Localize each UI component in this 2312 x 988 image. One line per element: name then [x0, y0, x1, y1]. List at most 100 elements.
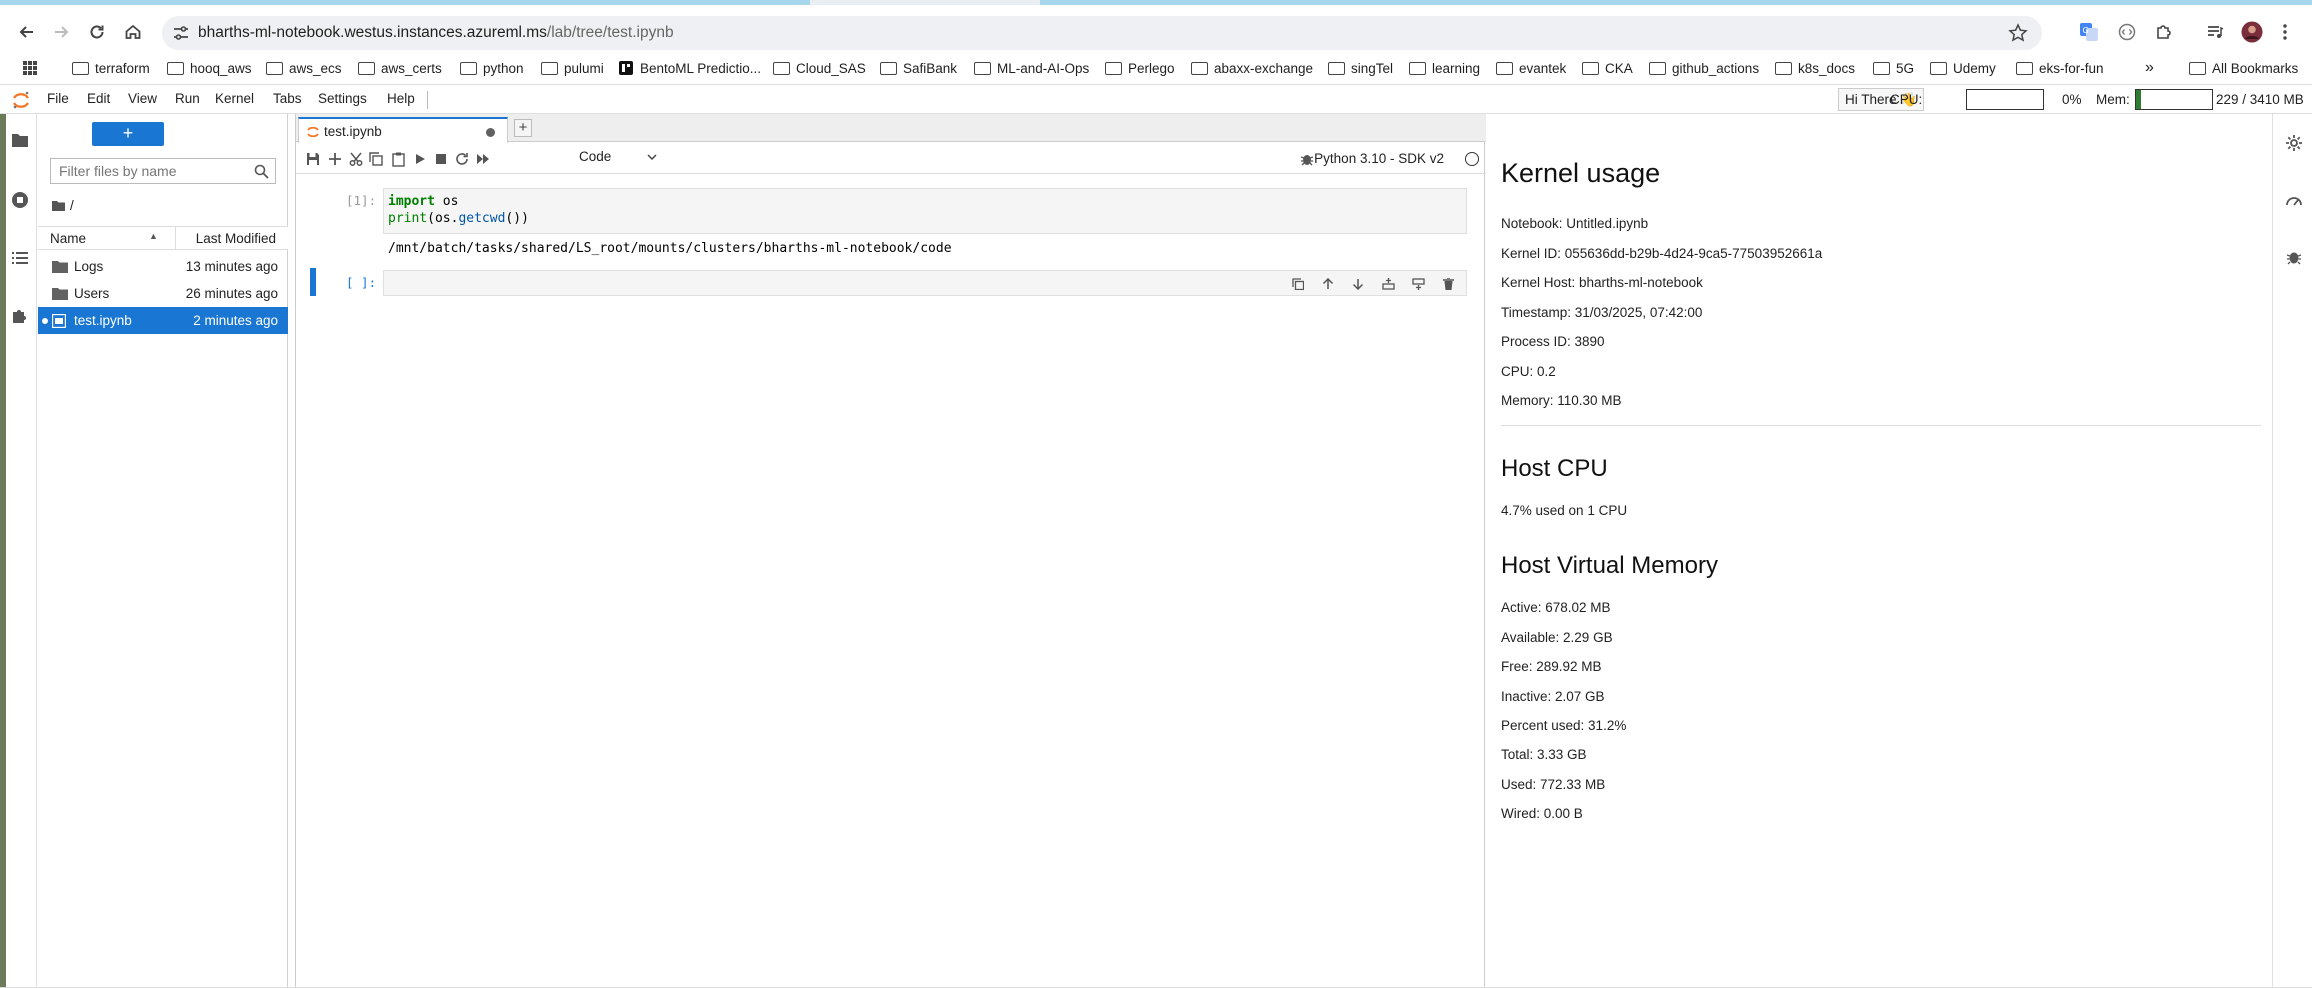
site-settings-icon[interactable] — [172, 24, 190, 42]
tab-test-ipynb[interactable]: test.ipynb — [298, 117, 508, 143]
folder-icon — [1930, 61, 1947, 75]
extension-manager-tab[interactable] — [10, 306, 30, 326]
menu-settings[interactable]: Settings — [318, 91, 367, 106]
bookmark-folder[interactable]: aws_certs — [358, 58, 442, 78]
file-row-logs[interactable]: Logs 13 minutes ago — [38, 253, 288, 280]
translate-extension-icon[interactable]: G — [2077, 20, 2101, 44]
menu-edit[interactable]: Edit — [87, 91, 110, 106]
bookmark-folder[interactable]: aws_ecs — [266, 58, 342, 78]
code-cell-1[interactable]: import os print(os.getcwd()) — [383, 188, 1467, 234]
copy-icon — [1292, 278, 1304, 290]
file-filter-input[interactable] — [51, 159, 241, 183]
apps-grid-button[interactable] — [22, 58, 38, 78]
folder-icon — [72, 61, 89, 75]
menu-run[interactable]: Run — [175, 91, 200, 106]
copy-button[interactable] — [368, 151, 384, 167]
bookmark-folder[interactable]: learning — [1409, 58, 1480, 78]
debugger-tab[interactable] — [2284, 247, 2304, 267]
bookmark-folder[interactable]: Udemy — [1930, 58, 1996, 78]
move-cell-up-button[interactable] — [1321, 277, 1335, 291]
all-bookmarks-folder[interactable]: All Bookmarks — [2189, 58, 2298, 78]
restart-run-all-button[interactable] — [475, 151, 491, 167]
back-button[interactable] — [12, 17, 42, 47]
cut-button[interactable] — [348, 151, 364, 167]
bookmark-star-icon[interactable] — [2008, 23, 2028, 43]
browser-menu-button[interactable] — [2273, 20, 2297, 44]
vm-free: Free: 289.92 MB — [1501, 659, 1602, 674]
bookmark-folder[interactable]: terraform — [72, 58, 150, 78]
column-modified-header[interactable]: Last Modified — [196, 231, 276, 246]
code-cell-2[interactable] — [383, 270, 1467, 296]
interrupt-kernel-button[interactable] — [433, 151, 449, 167]
extensions-puzzle-icon[interactable] — [2152, 20, 2176, 44]
delete-cell-button[interactable] — [1441, 277, 1455, 291]
insert-cell-above-button[interactable] — [1381, 277, 1395, 291]
file-row-users[interactable]: Users 26 minutes ago — [38, 280, 288, 307]
bookmark-folder[interactable]: 5G — [1873, 58, 1914, 78]
menu-tabs[interactable]: Tabs — [273, 91, 302, 106]
unsaved-dot-icon[interactable] — [486, 128, 495, 137]
save-button[interactable] — [305, 151, 321, 167]
more-bookmarks-button[interactable]: » — [2145, 58, 2154, 78]
folder-icon — [266, 61, 283, 75]
code-cell-1-output: /mnt/batch/tasks/shared/LS_root/mounts/c… — [388, 241, 952, 256]
bookmark-folder[interactable]: Perlego — [1105, 58, 1175, 78]
code-extension-icon[interactable] — [2115, 20, 2139, 44]
breadcrumb[interactable]: / — [52, 198, 74, 213]
debugger-bug-icon[interactable] — [1300, 152, 1314, 166]
bookmark-folder[interactable]: evantek — [1496, 58, 1566, 78]
bookmark-folder[interactable]: eks-for-fun — [2016, 58, 2104, 78]
add-tab-button[interactable]: + — [514, 119, 532, 137]
folder-icon — [1409, 61, 1426, 75]
gear-icon — [2286, 135, 2302, 151]
restart-kernel-button[interactable] — [454, 151, 470, 167]
puzzle-icon — [13, 310, 26, 323]
insert-cell-button[interactable] — [327, 151, 343, 167]
bookmark-folder[interactable]: github_actions — [1649, 58, 1759, 78]
paste-button[interactable] — [390, 151, 406, 167]
bookmark-folder[interactable]: pulumi — [541, 58, 604, 78]
kernel-usage-tab[interactable] — [2284, 190, 2304, 210]
host-cpu-title: Host CPU — [1501, 455, 1608, 482]
kernel-status-idle-icon — [1465, 152, 1479, 166]
move-cell-down-button[interactable] — [1351, 277, 1365, 291]
cell-type-select[interactable]: Code — [579, 149, 661, 169]
kernel-name[interactable]: Python 3.10 - SDK v2 — [1314, 151, 1444, 166]
kernel-timestamp: Timestamp: 31/03/2025, 07:42:00 — [1501, 305, 1703, 320]
duplicate-cell-button[interactable] — [1291, 277, 1305, 291]
run-cell-button[interactable] — [412, 151, 428, 167]
vm-wired: Wired: 0.00 B — [1501, 806, 1583, 821]
table-of-contents-tab[interactable] — [10, 248, 30, 268]
file-row-test-ipynb[interactable]: test.ipynb 2 minutes ago — [38, 307, 288, 334]
bookmark-folder[interactable]: ML-and-AI-Ops — [974, 58, 1089, 78]
menu-kernel[interactable]: Kernel — [215, 91, 254, 106]
bookmark-folder[interactable]: CKA — [1582, 58, 1633, 78]
bookmark-folder[interactable]: k8s_docs — [1775, 58, 1855, 78]
column-name-header[interactable]: Name — [50, 231, 86, 246]
bookmark-link[interactable]: BentoML Predictio... — [618, 58, 761, 78]
bookmark-folder[interactable]: hooq_aws — [167, 58, 252, 78]
bookmark-folder[interactable]: python — [460, 58, 524, 78]
mem-label: Mem: — [2096, 92, 2130, 107]
running-kernels-tab[interactable] — [10, 190, 30, 210]
forward-button[interactable] — [46, 17, 76, 47]
profile-avatar[interactable] — [2240, 20, 2264, 44]
file-browser-tab[interactable] — [10, 130, 30, 150]
bookmark-folder[interactable]: Cloud_SAS — [773, 58, 866, 78]
bookmark-folder[interactable]: SafiBank — [880, 58, 957, 78]
new-launcher-button[interactable]: + — [92, 122, 164, 146]
media-queue-icon[interactable] — [2203, 20, 2227, 44]
insert-cell-below-button[interactable] — [1411, 277, 1425, 291]
cpu-usage-bar — [1966, 89, 2044, 110]
property-inspector-tab[interactable] — [2284, 133, 2304, 153]
home-button[interactable] — [118, 17, 148, 47]
play-icon — [415, 154, 425, 164]
breadcrumb-path: / — [70, 198, 74, 213]
reload-button[interactable] — [82, 17, 112, 47]
menu-file[interactable]: File — [47, 91, 69, 106]
bookmark-folder[interactable]: singTel — [1328, 58, 1393, 78]
menu-help[interactable]: Help — [387, 91, 415, 106]
bookmark-folder[interactable]: abaxx-exchange — [1191, 58, 1313, 78]
menu-view[interactable]: View — [128, 91, 157, 106]
address-bar[interactable]: bharths-ml-notebook.westus.instances.azu… — [162, 16, 2042, 50]
